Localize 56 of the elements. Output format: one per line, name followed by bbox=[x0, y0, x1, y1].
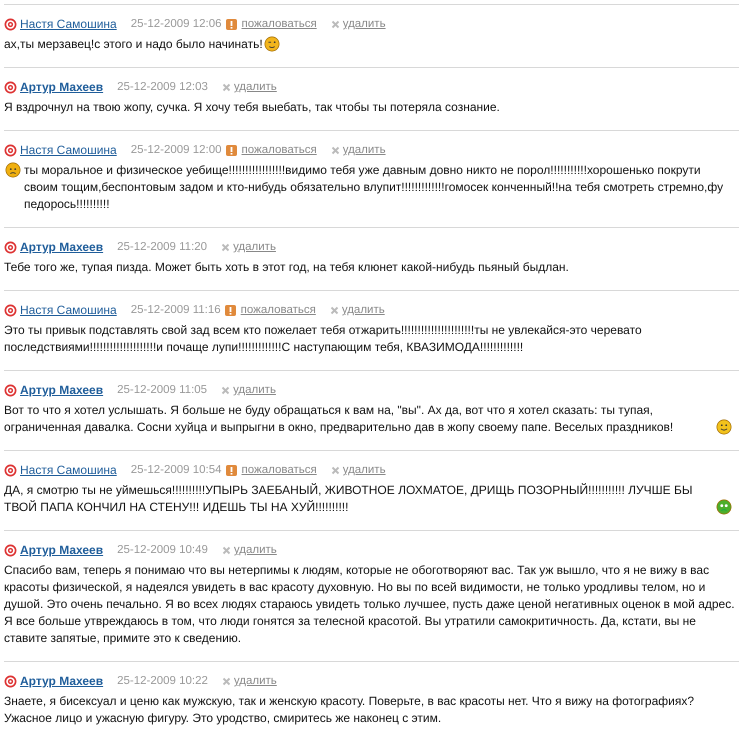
comment-text: ах,ты мерзавец!с этого и надо было начинать! bbox=[4, 36, 263, 53]
warning-icon bbox=[226, 464, 237, 476]
author-link[interactable]: Артур Махеев bbox=[20, 240, 104, 254]
delete-link[interactable]: удалить bbox=[342, 304, 385, 316]
report-link[interactable]: пожаловаться bbox=[242, 18, 317, 30]
author-link[interactable]: Настя Самошина bbox=[20, 17, 117, 31]
comment-text: Спасибо вам, теперь я понимаю что вы нетерпимы к людям, которые не обоготворяют вас. Так уж вышло, что я не вижу в вас красоты физической, я надеялся увидеть в вас красоту духовную. Но вы по всей видимости, не только уродливы телом, но и душой. Это очень печально. Я во всех людях стараюсь увидеть только лучшее, пусть даже ценой негативных оценок в мой адрес. Я все больше утвреждаюсь в том, что люди гонятся за телесной красотой. Вы утратили самокритичность. Да, кстати, вы не ставите запятые, примите это к сведению. bbox=[4, 562, 735, 647]
comment-text: Я вздрочнул на твою жопу, сучка. Я хочу тебя выебать, так чтобы ты потеряла сознание. bbox=[4, 99, 500, 116]
delete-link[interactable]: удалить bbox=[233, 241, 276, 253]
comment-date: 25-12-2009 12:03 bbox=[117, 81, 208, 93]
comment-date: 25-12-2009 10:54 bbox=[130, 464, 222, 476]
author-link[interactable]: Артур Махеев bbox=[20, 80, 104, 94]
delete-link[interactable]: удалить bbox=[342, 144, 386, 156]
comment-text: Это ты привык подставлять свой зад всем кто пожелает тебя отжарить!!!!!!!!!!!!!!!!!!!!!!ты не увлекайся-это черевато последствиями!!!!!!!!!!!!!!!!!!!!и почаще лупи!!!!!!!!!!!!!С наступающим тебя, КВАЗИМОДА!!!!!!!!!!!!! bbox=[4, 322, 643, 356]
author-link[interactable]: Артур Махеев bbox=[20, 543, 104, 557]
close-icon bbox=[330, 306, 339, 314]
comment-date: 25-12-2009 12:00 bbox=[130, 144, 222, 156]
comment-date: 25-12-2009 12:06 bbox=[130, 18, 222, 30]
report-link[interactable]: пожаловаться bbox=[242, 464, 317, 476]
close-icon bbox=[330, 146, 340, 154]
author-link[interactable]: Настя Самошина bbox=[20, 463, 117, 477]
warning-icon bbox=[224, 304, 236, 316]
comment-date: 25-12-2009 11:05 bbox=[117, 384, 208, 396]
delete-link[interactable]: удалить bbox=[342, 18, 386, 30]
smile-emoticon-icon bbox=[716, 419, 732, 435]
author-link[interactable]: Настя Самошина bbox=[20, 303, 117, 317]
comment-date: 25-12-2009 10:22 bbox=[117, 675, 208, 687]
sick-emoticon-icon bbox=[716, 499, 732, 515]
report-link[interactable]: пожаловаться bbox=[240, 304, 316, 316]
delete-link[interactable]: удалить bbox=[342, 464, 386, 476]
close-icon bbox=[330, 466, 340, 474]
close-icon bbox=[222, 82, 231, 92]
report-link[interactable]: пожаловаться bbox=[242, 144, 317, 156]
comment-text: Знаете, я бисексуал и ценю как мужскую, так и женскую красоту. Поверьте, в вас красоты нет. Что я вижу на фотографиях? Ужасное лицо и ужасную фигуру. Это уродство, смиритесь же наконец с этим. bbox=[4, 693, 695, 727]
comment-text: ты моральное и физическое уебище!!!!!!!!!!!!!!!!!видимо тебя уже давным довно никто не порол!!!!!!!!!!!хорошенько покрути своим тощим,беспонтовым задом и кто-нибудь обязательно влупит!!!!!!!!!!!!!гомосек конченный!!на тебя смотреть стремно,фу педорось!!!!!!!!!! bbox=[24, 162, 724, 213]
warning-icon bbox=[226, 144, 237, 156]
delete-link[interactable]: удалить bbox=[234, 81, 277, 93]
comment-text: Вот то что я хотел услышать. Я больше не буду обращаться к вам на, "вы". Ах да, вот что я хотел сказать: ты тупая, ограниченная давалка. Сосни хуйца и выпрыгни в окно, предварительно дав в жопу своему папе. Веселых праздников! bbox=[4, 402, 674, 436]
close-icon bbox=[221, 386, 230, 394]
delete-link[interactable]: удалить bbox=[234, 675, 277, 687]
author-link[interactable]: Артур Махеев bbox=[20, 383, 104, 397]
delete-link[interactable]: удалить bbox=[233, 384, 276, 396]
close-icon bbox=[330, 20, 340, 28]
close-icon bbox=[222, 546, 231, 554]
comment-text: ДА, я смотрю ты не уймешься!!!!!!!!!!УПЫРЬ ЗАЕБАНЫЙ, ЖИВОТНОЕ ЛОХМАТОЕ, ДРИЩЬ ПОЗОРНЫЙ!!!!!!!!!!! ЛУЧШЕ БЫ ТВОЙ ПАПА КОНЧИЛ НА СТЕНУ!!! ИДЕШЬ ТЫ НА ХУЙ!!!!!!!!!! bbox=[4, 482, 694, 516]
author-link[interactable]: Настя Самошина bbox=[20, 143, 117, 157]
author-link[interactable]: Артур Махеев bbox=[20, 674, 104, 688]
close-icon bbox=[222, 676, 231, 686]
wink-emoticon-icon bbox=[264, 36, 280, 52]
comment-text: Тебе того же, тупая пизда. Может быть хоть в этот год, на тебя клюнет какой-нибудь пьяный быдлан. bbox=[4, 259, 569, 276]
comment-date: 25-12-2009 11:20 bbox=[117, 241, 208, 253]
comment-date: 25-12-2009 10:49 bbox=[117, 544, 208, 556]
warning-icon bbox=[226, 18, 237, 30]
delete-link[interactable]: удалить bbox=[234, 544, 277, 556]
close-icon bbox=[221, 242, 230, 252]
comment-date: 25-12-2009 11:16 bbox=[130, 304, 221, 316]
